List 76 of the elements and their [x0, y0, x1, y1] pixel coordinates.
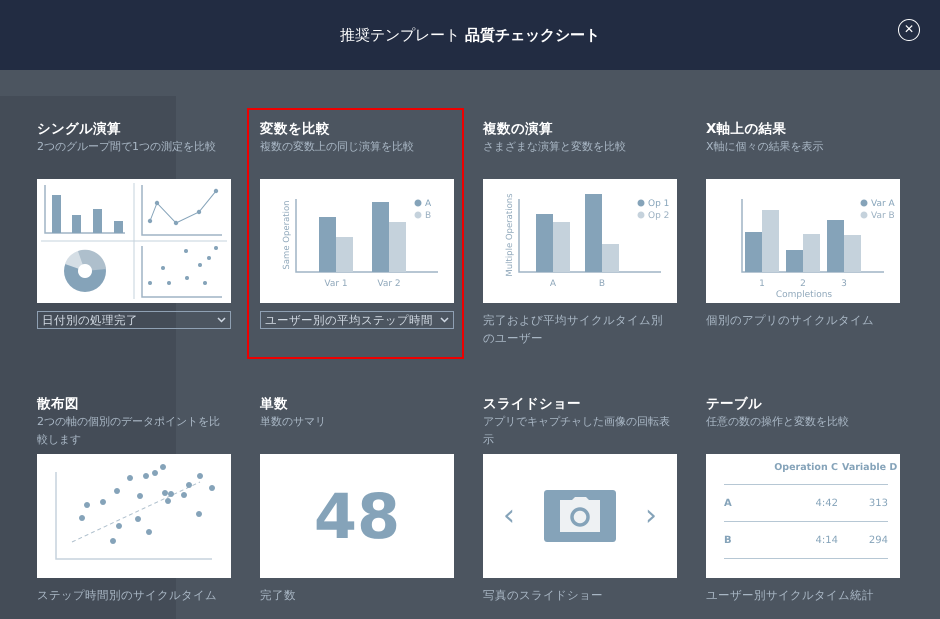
close-button[interactable]: × [898, 19, 920, 41]
template-option[interactable]: スライドショー アプリでキャプチャした画像の回転表示 ‹ › 写真のスライドショー [470, 383, 687, 619]
template-option[interactable]: シングル演算 2つのグループ間で1つの測定を比較 日付別の処理完了 [24, 108, 241, 359]
table-cell-text: A [724, 498, 733, 508]
template-caption: 完了数 [260, 587, 297, 604]
axis-label: B [598, 279, 606, 289]
template-description: 複数の変数上の同じ演算を比較 [260, 139, 415, 155]
template-option[interactable]: X軸上の結果 X軸に個々の結果を表示 Var A Var B 1 2 3 Completions 個別のアプリのサイクルタイム [693, 108, 910, 359]
template-caption: 完了および平均サイクルタイム別のユーザー [483, 312, 664, 347]
template-title: 複数の演算 [483, 120, 554, 138]
caret-icon [440, 317, 449, 323]
axis-label: A [550, 279, 556, 289]
legend-label: B [425, 211, 432, 221]
template-description: X軸に個々の結果を表示 [706, 139, 825, 155]
legend-label: Op 2 [648, 211, 670, 221]
template-option[interactable]: 複数の演算 さまざまな演算と変数を比較 Multiple Operations Op 1 Op 2 A B 完了および平均サイクルタイム別のユーザー [470, 108, 687, 359]
axis-label: Var 2 [377, 279, 401, 289]
template-option[interactable]: テーブル 任意の数の操作と変数を比較 Operation C Variable D A 4:42 313 B 4:14 294 ユーザー別サイクルタイム統計 [693, 383, 910, 619]
legend-marker [860, 200, 868, 206]
template-title: テーブル [706, 395, 763, 413]
summary-number: 48 [314, 480, 400, 552]
template-description: 2つの軸の個別のデータポイントを比較します [37, 414, 221, 448]
template-title: X軸上の結果 [706, 120, 788, 138]
template-caption: ユーザー別サイクルタイム統計 [706, 587, 875, 604]
legend-marker [860, 212, 868, 218]
table-cell-text: 4:42 [814, 498, 838, 508]
template-title: 変数を比較 [260, 120, 331, 138]
caret-icon [217, 317, 226, 323]
template-description: アプリでキャプチャした画像の回転表示 [483, 414, 671, 448]
table-cell-text: 313 [868, 498, 888, 508]
template-title: 単数 [260, 395, 289, 413]
template-dropdown[interactable]: ユーザー別の平均ステップ時間 [260, 311, 454, 329]
legend-label: A [425, 199, 432, 209]
table-cell-text: 4:14 [814, 534, 838, 546]
legend-label: Var B [871, 211, 895, 221]
template-description: 単数のサマリ [260, 414, 327, 430]
next-arrow: › [645, 501, 657, 531]
template-option[interactable]: 散布図 2つの軸の個別のデータポイントを比較します ステップ時間別のサイクルタイム [24, 383, 241, 619]
table-cell-text: 294 [868, 534, 888, 546]
legend-marker [638, 212, 644, 218]
template-caption: 個別のアプリのサイクルタイム [706, 312, 875, 329]
bar [844, 235, 861, 272]
axis-title: Same Operation [282, 200, 292, 270]
legend-marker [638, 200, 644, 206]
template-dropdown[interactable]: 日付別の処理完了 [37, 311, 231, 329]
axis-label: 2 [800, 279, 806, 289]
template-description: 2つのグループ間で1つの測定を比較 [37, 139, 217, 155]
bar [827, 220, 844, 272]
template-description: 任意の数の操作と変数を比較 [706, 414, 850, 430]
previous-arrow: ‹ [503, 501, 515, 531]
table-cell-text: B [724, 534, 733, 546]
axis-label: Var 1 [324, 279, 348, 289]
axis-label: 3 [841, 279, 847, 289]
table-header: Operation C [773, 462, 838, 473]
axis-title: Completions [776, 290, 832, 300]
template-description: さまざまな演算と変数を比較 [483, 139, 627, 155]
dialog-title: 推奨テンプレート 品質チェックシート [340, 26, 600, 44]
template-option[interactable]: 変数を比較 複数の変数上の同じ演算を比較 Same Operation A B Var 1 Var 2 ユーザー別の平均ステップ時間 [247, 108, 464, 359]
legend-marker [414, 212, 422, 218]
camera-icon [544, 490, 616, 542]
bar [536, 214, 553, 272]
axis-label: 1 [759, 279, 765, 289]
template-caption: 写真のスライドショー [483, 587, 604, 604]
bar [553, 222, 570, 272]
legend-label: Var A [871, 199, 895, 209]
template-title: シングル演算 [37, 120, 122, 138]
legend-label: Op 1 [648, 199, 670, 209]
bar [389, 222, 406, 272]
template-title: スライドショー [483, 395, 582, 413]
template-caption: ステップ時間別のサイクルタイム [37, 587, 218, 604]
template-option[interactable]: 単数 単数のサマリ 48 完了数 [247, 383, 464, 619]
template-title: 散布図 [37, 395, 80, 413]
table-header: Variable D [842, 462, 898, 473]
bar [372, 202, 389, 272]
axis-title: Multiple Operations [505, 193, 515, 277]
legend-marker [414, 200, 422, 206]
